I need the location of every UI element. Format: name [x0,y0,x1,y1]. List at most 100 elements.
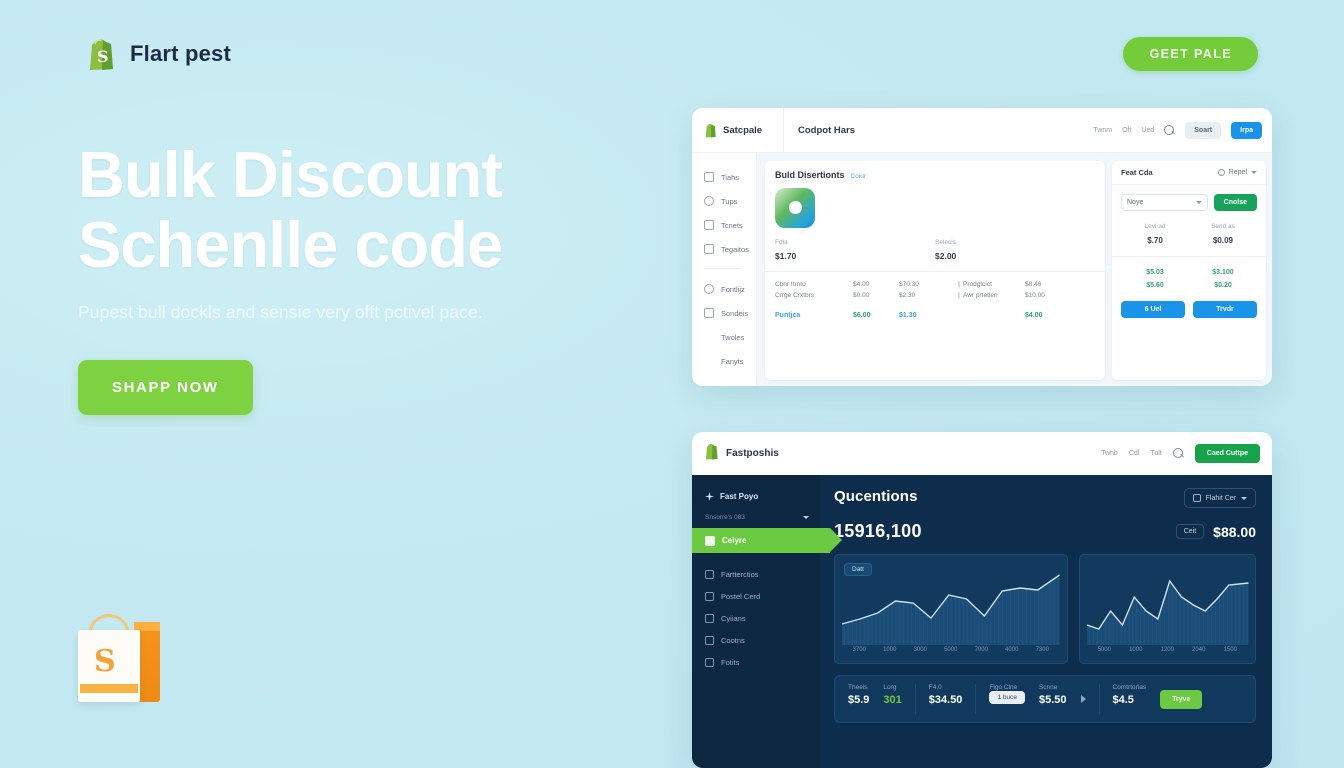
total-value-3: $4.00 [1025,311,1043,319]
chevron-right-icon[interactable] [1080,695,1086,703]
dropdown-label: Flahit Cer [1205,494,1236,502]
sidebar-item-tegaitos[interactable]: Tegaitos [692,237,756,261]
stat-pill[interactable]: 1 buce [989,691,1025,704]
sidebar-store-selector[interactable]: Snsorre's 083 [692,506,820,528]
card-one-nav-item-1[interactable]: Oft [1122,127,1131,134]
sidebar-item-fontlijz[interactable]: Fontlijz [692,277,756,301]
hero-subtitle: Pupest bull dockls and sensie very offt … [78,302,483,323]
panel-title: Buld Disertionts [775,170,845,180]
sidebar-item-cyiians[interactable]: Cyiians [692,608,820,628]
dashboard-big-value: 15916,100 [834,521,922,541]
x-tick: 1000 [883,647,897,653]
cell: $70.30 [899,281,919,288]
sidebar-item-label: Fartterctios [721,569,759,579]
cell: Prodgtcict [963,281,992,288]
panel-stats: Fdla $1.70 Selecls $2.00 [775,239,1095,261]
stats-action-button[interactable]: Tryve [1160,689,1203,709]
repel-dropdown[interactable]: Repel [1217,169,1257,176]
panel-stat-label: Selecls [935,239,956,246]
site-header: S Flart pest GEET PALE [0,0,1344,108]
chart-left-svg [841,574,1060,645]
sidebar-item-cootns[interactable]: Cootns [692,630,820,650]
table-row: Crrge Crxtbrs $0.00 $2.30 | Awr prtetlen… [775,290,1095,301]
sidebar-item-fanyts[interactable]: Fanyts [692,349,756,373]
confirm-button[interactable]: Cnolse [1213,194,1257,211]
sidebar-item-twoles[interactable]: Twoles [692,325,756,349]
grid-column-right: $3.100 $0.20 [1189,266,1257,293]
search-icon[interactable] [1164,124,1175,136]
cell: Crrge Crxtbrs [775,292,815,299]
card-two-brand[interactable]: Fastposhis [704,443,779,465]
brand-logo[interactable]: S Flart pest [86,37,231,71]
sidebar-item-tups[interactable]: Tups [692,189,756,213]
hero-cta-button[interactable]: SHAPP NOW [78,360,253,416]
flahit-cer-dropdown[interactable]: Flahit Cer [1183,488,1256,508]
column-divider: | [958,292,960,299]
stat-label: Flgo Clne [989,684,1018,691]
sidebar-item-tcnets[interactable]: Tcnets [692,213,756,237]
bag-icon [704,196,714,206]
shopify-bag-icon: S [86,37,116,71]
shopify-bag-icon [704,123,717,138]
panel-right-controls: Noye Cnolse [1112,185,1266,211]
hero-title-line1: Bulk Discount [78,138,503,211]
panel-right-stat-0: Levl ad $.70 [1121,223,1189,245]
card-two-nav-item-2[interactable]: Tult [1150,450,1161,457]
card-one-brand[interactable]: Satcpale [692,108,784,152]
sidebar-item-label: Sondeis [721,308,749,318]
stat-value: $34.50 [928,694,963,706]
sidebar-item-label: Tcnets [721,220,743,230]
panel-right-button-1[interactable]: Trvdr [1193,300,1257,318]
user-icon [704,284,714,294]
x-tick: 7300 [1035,647,1049,653]
sidebar-item-ceiyre-active[interactable]: Ceiyre [692,528,842,553]
table-row: Cbnr Itrnto $4.00 $70.30 | Prodgtcict $8… [775,279,1095,290]
card-one-nav-item-0[interactable]: Twnm [1093,127,1112,134]
header-cta-button[interactable]: GEET PALE [1123,37,1258,71]
panel-right-tabs: Feat Cda Repel [1112,161,1266,185]
dropdown-label: Repel [1228,169,1247,176]
grid-value: $3.100 [1212,269,1234,276]
stat-group-3: Comtrtorlas $4.5 Tryve [1100,684,1216,714]
sidebar-item-postel-cerd[interactable]: Postel Cerd [692,586,820,606]
card-two-sidebar: Fast Poyo Snsorre's 083 Ceiyre Fartterct… [692,475,842,768]
stat-label: Theeis [848,684,868,691]
dashboard-header-row: Qucentions Flahit Cer [834,488,1256,508]
card-two-nav-item-0[interactable]: Twnb [1101,450,1118,457]
dashboard-value-row: 15916,100 Ceit $88.00 [834,521,1256,542]
panel-divider [765,271,1105,272]
sidebar-item-label: Tiahs [721,172,740,182]
card-one-nav-item-2[interactable]: Ued [1141,127,1154,134]
grid-value: $0.20 [1214,282,1232,290]
card-one-topbar-main: Codpot Hars Twnm Oft Ued Soart Irpa [784,108,1272,152]
cell: $10.00 [1025,292,1045,299]
cell: $0.00 [853,292,870,299]
chart-badge[interactable]: Datt [844,563,872,576]
search-icon[interactable] [1172,448,1184,459]
card-one-nav: Twnm Oft Ued Soart Irpa [1093,121,1262,139]
table-total-row: Puntjca $6.00 $1.30 $4.00 [775,308,1095,322]
chart-left: Datt 3700 1000 3000 5000 7000 4000 7300 [834,554,1068,664]
sidebar-item-label: Twoles [721,332,745,342]
stat-value: $0.09 [1212,236,1234,245]
amount-chip-label[interactable]: Ceit [1175,524,1205,539]
total-label[interactable]: Puntjca [775,312,853,319]
sidebar-item-fotits[interactable]: Fotits [692,652,820,672]
card-one-primary-button[interactable]: Irpa [1231,121,1262,139]
stat-label: Scnne [1038,684,1058,691]
panel-link[interactable]: Coiur [851,173,867,180]
card-two-cta-button[interactable]: Caed Cuttpe [1194,444,1260,463]
bulk-discounts-panel: Buld Disertionts Coiur Fdla $1.70 Selecl… [765,161,1105,380]
sidebar-item-sondeis[interactable]: Sondeis [692,301,756,325]
hero-title-line2: Schenlle code [78,208,503,282]
noye-select[interactable]: Noye [1121,194,1208,211]
sidebar-item-label: Fotits [721,657,740,667]
sidebar-item-tiahs[interactable]: Tiahs [692,165,756,189]
tab-feat-cda[interactable]: Feat Cda [1121,168,1153,177]
card-two-nav-item-1[interactable]: Cdl [1129,450,1140,457]
page-title: Bulk Discount Schenlle code [78,138,638,282]
panel-right-button-0[interactable]: 6 Uel [1121,300,1185,318]
sidebar-item-fartterctios[interactable]: Fartterctios [692,564,820,584]
card-one-secondary-button[interactable]: Soart [1185,121,1222,139]
gradient-app-icon [775,188,815,228]
